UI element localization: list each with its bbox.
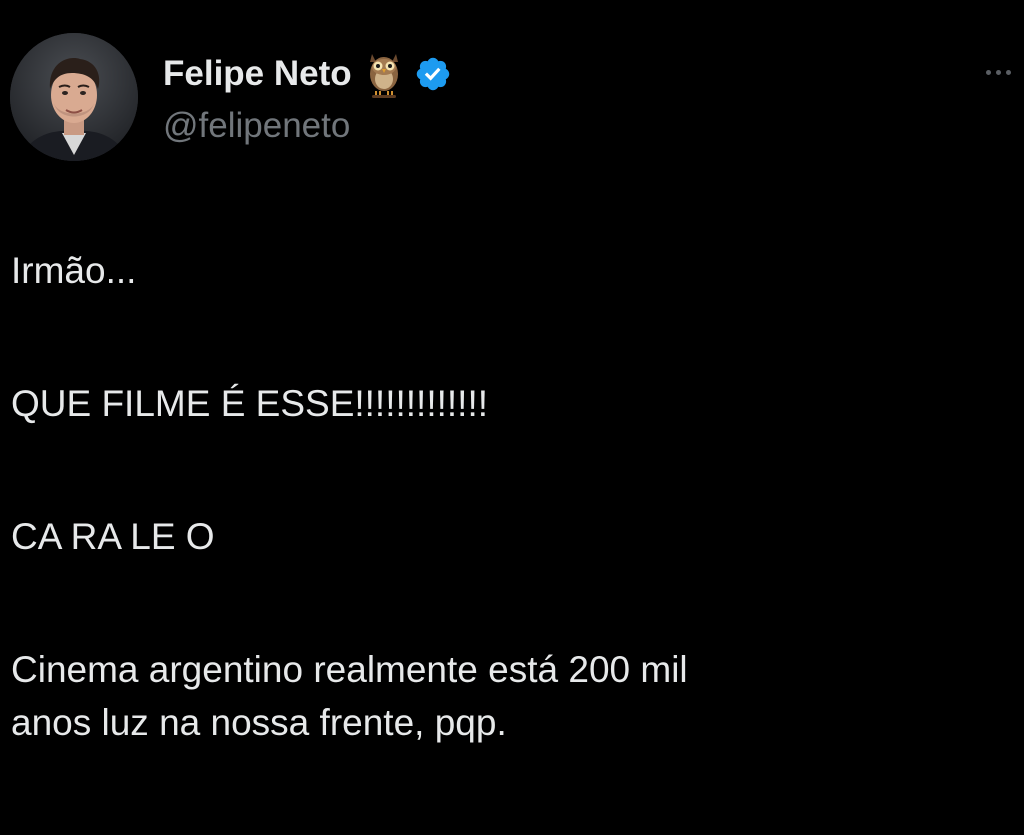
author-name-row: Felipe Neto [163,48,452,100]
tweet-text-line: Irmão... [11,250,137,291]
more-options-button[interactable] [974,58,1022,86]
tweet: Felipe Neto @felipeneto Irmão... QUE FIL… [0,0,1024,835]
tweet-text-line: anos luz na nossa frente, pqp. [11,702,507,743]
tweet-text-line: CA RA LE O [11,516,215,557]
tweet-text: Irmão... QUE FILME É ESSE!!!!!!!!!!!!! C… [11,244,1011,749]
tweet-text-line: Cinema argentino realmente está 200 mil [11,649,688,690]
more-horizontal-icon [1005,69,1011,75]
owl-emoji-icon [366,48,402,100]
more-horizontal-icon [995,69,1001,75]
tweet-text-line: QUE FILME É ESSE!!!!!!!!!!!!! [11,383,489,424]
avatar-photo [10,33,138,161]
avatar[interactable] [10,33,138,161]
display-name[interactable]: Felipe Neto [163,54,352,94]
more-horizontal-icon [985,69,991,75]
verified-check-icon [414,55,452,93]
author-handle[interactable]: @felipeneto [163,106,350,146]
